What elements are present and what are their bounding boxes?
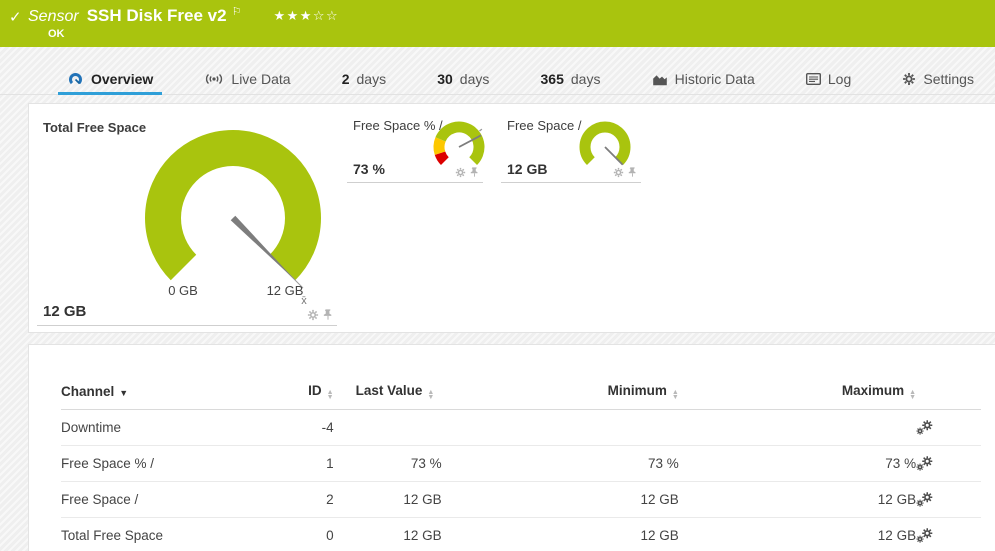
channel-id: 1 <box>273 446 333 482</box>
table-row: Free Space / 2 12 GB 12 GB 12 GB <box>61 482 981 518</box>
channel-name[interactable]: Downtime <box>61 410 273 446</box>
tab-overview[interactable]: Overview <box>58 66 162 95</box>
sensor-status-header: ✓ Sensor SSH Disk Free v2 ⚐ ★★★☆☆ OK <box>0 0 995 47</box>
column-header-minimum[interactable]: Minimum▲▼ <box>442 375 679 410</box>
log-list-icon <box>806 73 821 85</box>
sort-icon: ▲▼ <box>909 390 916 400</box>
tab-30-days[interactable]: 30 days <box>428 66 498 95</box>
pin-icon[interactable] <box>323 308 333 321</box>
gauge-value: 12 GB <box>507 161 547 177</box>
flag-icon[interactable]: ⚐ <box>232 5 242 18</box>
sensor-title: SSH Disk Free v2 <box>87 6 227 26</box>
area-chart-icon <box>652 73 668 86</box>
channel-minimum: 73 % <box>442 446 679 482</box>
channel-last-value: 12 GB <box>334 482 442 518</box>
sort-icon: ▲▼ <box>672 390 679 400</box>
status-check-icon: ✓ <box>9 8 22 26</box>
channel-minimum: 12 GB <box>442 518 679 551</box>
gauge-settings-gear-icon[interactable] <box>455 167 466 178</box>
status-badge: OK <box>48 28 65 40</box>
gauge-settings-gear-icon[interactable] <box>613 167 624 178</box>
column-header-maximum[interactable]: Maximum▲▼ <box>679 375 916 410</box>
pin-icon[interactable] <box>628 166 637 178</box>
pin-icon[interactable] <box>470 166 479 178</box>
channel-name[interactable]: Free Space / <box>61 482 273 518</box>
tab-log[interactable]: Log <box>797 66 860 95</box>
tab-365-days[interactable]: 365 days <box>532 66 610 95</box>
table-row: Free Space % / 1 73 % 73 % 73 % <box>61 446 981 482</box>
gauges-panel: Total Free Space x̄ 0 GB 12 GB 12 GB Fre… <box>28 103 995 333</box>
sort-desc-icon[interactable]: ▼ <box>119 388 128 398</box>
gauge-value: 73 % <box>353 161 385 177</box>
table-row: Downtime -4 <box>61 410 981 446</box>
table-header-row: Channel▼ ID▲▼ Last Value▲▼ Minimum▲▼ Max… <box>61 375 981 410</box>
priority-stars[interactable]: ★★★☆☆ <box>273 8 339 24</box>
channel-maximum <box>679 410 916 446</box>
channel-maximum: 73 % <box>679 446 916 482</box>
channel-name[interactable]: Total Free Space <box>61 518 273 551</box>
column-header-last-value[interactable]: Last Value▲▼ <box>334 375 442 410</box>
stars-filled[interactable]: ★★★ <box>273 8 312 23</box>
gauge-value: 12 GB <box>43 303 86 320</box>
channel-settings-gears-icon[interactable] <box>916 455 963 472</box>
table-row: Total Free Space 0 12 GB 12 GB 12 GB <box>61 518 981 551</box>
gauge-settings-gear-icon[interactable] <box>307 309 319 321</box>
tab-live-data[interactable]: Live Data <box>195 66 299 95</box>
channel-last-value: 73 % <box>334 446 442 482</box>
tab-bar: Overview Live Data 2 days 30 days 365 da… <box>58 61 983 95</box>
object-kind-label: Sensor <box>28 8 79 26</box>
channels-panel: Channel▼ ID▲▼ Last Value▲▼ Minimum▲▼ Max… <box>28 344 995 551</box>
tab-historic-data[interactable]: Historic Data <box>643 66 764 95</box>
gauge-card-free-space: Free Space / 12 GB <box>501 112 641 183</box>
gear-icon <box>902 72 916 86</box>
stars-empty[interactable]: ☆☆ <box>313 8 339 23</box>
tab-settings[interactable]: Settings <box>893 66 983 95</box>
column-header-channel[interactable]: Channel▼ <box>61 375 273 410</box>
total-free-space-gauge: x̄ 0 GB 12 GB <box>93 123 373 313</box>
channel-id: 2 <box>273 482 333 518</box>
sort-icon: ▲▼ <box>427 390 434 400</box>
channel-id: 0 <box>273 518 333 551</box>
channel-maximum: 12 GB <box>679 518 916 551</box>
column-header-id[interactable]: ID▲▼ <box>273 375 333 410</box>
broadcast-icon <box>204 72 224 86</box>
channel-last-value <box>334 410 442 446</box>
gauge-card-free-space-percent: Free Space % / 73 % <box>347 112 483 183</box>
gauge-title: Free Space / <box>507 118 581 133</box>
gauge-scale-min: 0 GB <box>168 283 198 298</box>
channel-settings-gears-icon[interactable] <box>916 491 963 508</box>
channel-minimum: 12 GB <box>442 482 679 518</box>
channel-name[interactable]: Free Space % / <box>61 446 273 482</box>
channel-settings-gears-icon[interactable] <box>916 419 963 436</box>
channel-id: -4 <box>273 410 333 446</box>
channel-maximum: 12 GB <box>679 482 916 518</box>
tab-2-days[interactable]: 2 days <box>333 66 395 95</box>
gauge-card-total-free-space: Total Free Space x̄ 0 GB 12 GB 12 GB <box>37 112 337 326</box>
channel-last-value: 12 GB <box>334 518 442 551</box>
channel-settings-gears-icon[interactable] <box>916 527 963 544</box>
channels-table: Channel▼ ID▲▼ Last Value▲▼ Minimum▲▼ Max… <box>61 375 981 551</box>
sort-icon: ▲▼ <box>327 390 334 400</box>
column-header-actions <box>916 375 981 410</box>
channel-minimum <box>442 410 679 446</box>
gauge-scale-max: 12 GB <box>267 283 304 298</box>
gauge-icon <box>67 72 84 87</box>
